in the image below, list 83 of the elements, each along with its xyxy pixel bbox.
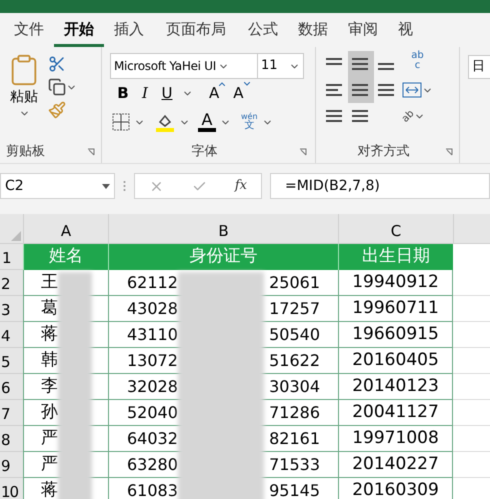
ribbon-tab[interactable]: 审阅 <box>338 15 388 47</box>
column-header[interactable]: A <box>23 214 108 243</box>
copy-icon[interactable] <box>48 78 66 96</box>
table-cell-text: 32028 <box>127 376 178 398</box>
wrap-text-button[interactable]: ab c <box>402 51 433 77</box>
row-header[interactable]: 10 <box>0 478 23 499</box>
table-cell: 19660915 <box>338 322 453 348</box>
borders-icon[interactable] <box>112 113 130 131</box>
header-cell: 姓名 <box>23 244 108 270</box>
ribbon-tab[interactable]: 页面布局 <box>154 15 238 47</box>
row-header[interactable]: 3 <box>0 296 23 322</box>
table-cell-text: 52040 <box>127 402 178 424</box>
ribbon-tab[interactable]: 数据 <box>288 15 338 47</box>
table-cell-text: 95145 <box>269 480 320 499</box>
table-cell: 20160309 <box>338 478 453 499</box>
table-cell-text: 71286 <box>269 402 320 424</box>
row-header[interactable]: 9 <box>0 452 23 478</box>
header-cell: 身份证号 <box>108 244 338 270</box>
paste-button[interactable]: 粘贴 <box>6 53 42 141</box>
name-box[interactable]: C2 <box>0 173 115 199</box>
column-header[interactable]: C <box>338 214 453 243</box>
row-header[interactable]: 8 <box>0 426 23 452</box>
row-header[interactable]: 5 <box>0 348 23 374</box>
down-caret-icon <box>244 82 250 86</box>
table-cell-text: 82161 <box>269 428 320 450</box>
group-label: 剪贴板 <box>6 143 45 162</box>
row-header[interactable]: 2 <box>0 270 23 296</box>
merge-cells-icon[interactable] <box>402 82 422 98</box>
bold-button[interactable]: B <box>116 82 130 104</box>
table-cell-text: 25061 <box>269 272 320 294</box>
ribbon-tab[interactable]: 插入 <box>104 15 154 47</box>
ribbon-tab[interactable]: 公式 <box>238 15 288 47</box>
table-cell-text: 71533 <box>269 454 320 476</box>
font-name-field[interactable]: Microsoft YaHei UI <box>110 53 258 79</box>
scissors-icon[interactable] <box>48 55 66 73</box>
italic-button[interactable]: I <box>138 82 152 104</box>
table-cell-text: 61083 <box>127 480 178 499</box>
table-cell-text: 17257 <box>269 298 320 320</box>
table-cell-text: 30304 <box>269 376 320 398</box>
phonetic-button[interactable]: wén 文 <box>241 113 258 131</box>
row-header[interactable]: 6 <box>0 374 23 400</box>
underline-button[interactable]: U <box>160 82 174 104</box>
table-cell-text: 13072 <box>127 350 178 372</box>
number-format-field[interactable]: 日 <box>468 55 490 79</box>
dialog-launcher-icon[interactable] <box>299 148 307 156</box>
table-cell: 19971008 <box>338 426 453 452</box>
middle-align-icon[interactable] <box>348 51 374 77</box>
table-cell-text: 64032 <box>127 428 178 450</box>
header-cell: 出生日期 <box>338 244 453 270</box>
table-cell-text: 43028 <box>127 298 178 320</box>
dropdown-arrow-icon[interactable] <box>102 184 110 188</box>
shrink-font-button[interactable]: A <box>233 82 250 104</box>
table-cell: 19960711 <box>338 296 453 322</box>
ribbon-tab[interactable]: 文件 <box>4 15 54 47</box>
font-color-button[interactable]: A <box>198 112 216 132</box>
group-label: 字体 <box>192 143 218 162</box>
table-cell: 20041127 <box>338 400 453 426</box>
fill-color-icon[interactable] <box>155 112 175 132</box>
group-label: 对齐方式 <box>358 143 410 162</box>
table-cell: 20140123 <box>338 374 453 400</box>
ribbon-tab[interactable]: 视 <box>388 15 423 47</box>
row-header[interactable]: 1 <box>0 244 23 270</box>
table-cell-text: 51622 <box>269 350 320 372</box>
grow-font-button[interactable]: A <box>209 82 226 104</box>
font-size-field[interactable]: 11 <box>258 53 304 79</box>
table-cell-text: 63280 <box>127 454 178 476</box>
formula-field[interactable]: =MID(B2,7,8) <box>270 173 490 199</box>
table-cell: 19940912 <box>338 270 453 296</box>
dialog-launcher-icon[interactable] <box>445 148 453 156</box>
table-cell-text: 43110 <box>127 324 178 346</box>
row-header[interactable]: 4 <box>0 322 23 348</box>
dialog-launcher-icon[interactable] <box>87 148 95 156</box>
table-cell: 20160405 <box>338 348 453 374</box>
table-cell-text: 50540 <box>269 324 320 346</box>
table-cell: 20140227 <box>338 452 453 478</box>
row-header[interactable]: 7 <box>0 400 23 426</box>
insert-function-button[interactable]: fx <box>234 176 247 196</box>
up-caret-icon <box>219 82 226 86</box>
table-cell-text: 62112 <box>127 272 178 294</box>
column-header[interactable]: B <box>108 214 338 243</box>
orientation-button[interactable]: ab <box>398 106 418 126</box>
grip-icon <box>123 180 126 192</box>
align-center-icon[interactable] <box>348 77 374 103</box>
